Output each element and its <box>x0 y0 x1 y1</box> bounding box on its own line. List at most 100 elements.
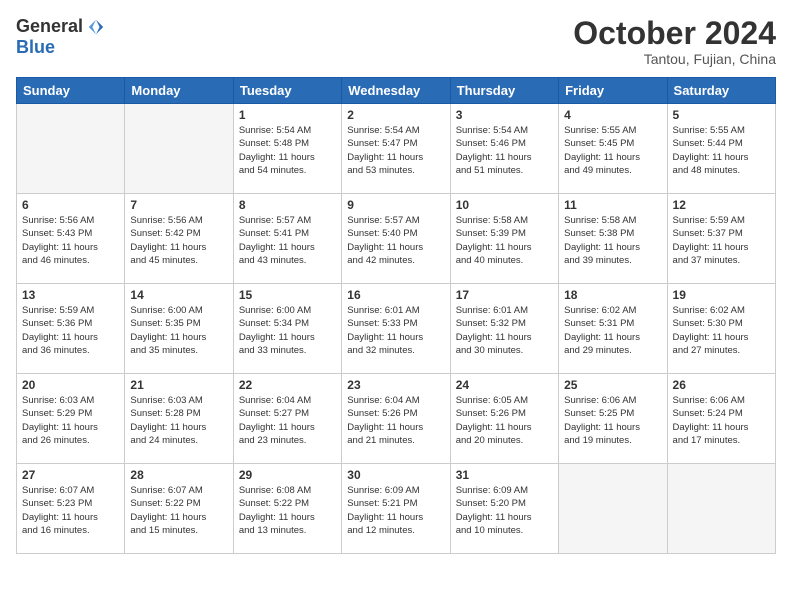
month-title: October 2024 <box>573 16 776 51</box>
calendar-cell: 26Sunrise: 6:06 AM Sunset: 5:24 PM Dayli… <box>667 374 775 464</box>
day-info: Sunrise: 5:56 AM Sunset: 5:42 PM Dayligh… <box>130 214 227 267</box>
day-info: Sunrise: 6:07 AM Sunset: 5:22 PM Dayligh… <box>130 484 227 537</box>
day-info: Sunrise: 6:00 AM Sunset: 5:35 PM Dayligh… <box>130 304 227 357</box>
calendar-cell: 30 Sunrise: 6:09 AM Sunset: 5:21 PM Dayli… <box>342 464 450 554</box>
day-number: 10 <box>456 198 553 212</box>
day-number: 18 <box>564 288 661 302</box>
calendar-cell: 14 Sunrise: 6:00 AM Sunset: 5:35 PM Dayli… <box>125 284 233 374</box>
calendar-cell: 24Sunrise: 6:05 AM Sunset: 5:26 PM Dayli… <box>450 374 558 464</box>
day-info: Sunrise: 6:09 AM Sunset: 5:21 PM Dayligh… <box>347 484 444 537</box>
calendar-cell: 12 Sunrise: 5:59 AM Sunset: 5:37 PM Dayli… <box>667 194 775 284</box>
day-info: Sunrise: 5:54 AM Sunset: 5:47 PM Dayligh… <box>347 124 444 177</box>
day-info: Sunrise: 6:08 AM Sunset: 5:22 PM Dayligh… <box>239 484 336 537</box>
calendar-cell: 1 Sunrise: 5:54 AM Sunset: 5:48 PM Daylig… <box>233 104 341 194</box>
logo-blue-text: Blue <box>16 37 55 58</box>
day-number: 2 <box>347 108 444 122</box>
day-info: Sunrise: 5:58 AM Sunset: 5:38 PM Dayligh… <box>564 214 661 267</box>
day-info: Sunrise: 6:07 AM Sunset: 5:23 PM Dayligh… <box>22 484 119 537</box>
day-info: Sunrise: 6:03 AM Sunset: 5:29 PM Dayligh… <box>22 394 119 447</box>
calendar-cell: 7 Sunrise: 5:56 AM Sunset: 5:42 PM Daylig… <box>125 194 233 284</box>
day-number: 31 <box>456 468 553 482</box>
calendar-cell: 20 Sunrise: 6:03 AM Sunset: 5:29 PM Dayli… <box>17 374 125 464</box>
day-number: 22 <box>239 378 336 392</box>
day-info: Sunrise: 5:54 AM Sunset: 5:46 PM Dayligh… <box>456 124 553 177</box>
day-info: Sunrise: 6:06 AM Sunset: 5:25 PM Dayligh… <box>564 394 661 447</box>
day-info: Sunrise: 5:54 AM Sunset: 5:48 PM Dayligh… <box>239 124 336 177</box>
calendar-cell: 29 Sunrise: 6:08 AM Sunset: 5:22 PM Dayli… <box>233 464 341 554</box>
calendar-cell: 6Sunrise: 5:56 AM Sunset: 5:43 PM Daylig… <box>17 194 125 284</box>
calendar-cell: 13 Sunrise: 5:59 AM Sunset: 5:36 PM Dayli… <box>17 284 125 374</box>
title-block: October 2024 Tantou, Fujian, China <box>573 16 776 67</box>
day-number: 6 <box>22 198 119 212</box>
calendar-cell: 22 Sunrise: 6:04 AM Sunset: 5:27 PM Dayli… <box>233 374 341 464</box>
calendar-cell: 8Sunrise: 5:57 AM Sunset: 5:41 PM Daylig… <box>233 194 341 284</box>
day-info: Sunrise: 5:55 AM Sunset: 5:44 PM Dayligh… <box>673 124 770 177</box>
day-info: Sunrise: 6:04 AM Sunset: 5:27 PM Dayligh… <box>239 394 336 447</box>
day-number: 5 <box>673 108 770 122</box>
day-info: Sunrise: 6:02 AM Sunset: 5:30 PM Dayligh… <box>673 304 770 357</box>
calendar-cell: 3 Sunrise: 5:54 AM Sunset: 5:46 PM Daylig… <box>450 104 558 194</box>
col-header-friday: Friday <box>559 78 667 104</box>
day-number: 4 <box>564 108 661 122</box>
col-header-wednesday: Wednesday <box>342 78 450 104</box>
day-number: 28 <box>130 468 227 482</box>
day-number: 11 <box>564 198 661 212</box>
calendar-cell <box>17 104 125 194</box>
logo-icon <box>87 18 105 36</box>
calendar-cell <box>125 104 233 194</box>
calendar-cell: 5 Sunrise: 5:55 AM Sunset: 5:44 PM Daylig… <box>667 104 775 194</box>
calendar-cell: 28 Sunrise: 6:07 AM Sunset: 5:22 PM Dayli… <box>125 464 233 554</box>
calendar-cell: 25 Sunrise: 6:06 AM Sunset: 5:25 PM Dayli… <box>559 374 667 464</box>
calendar-table: SundayMondayTuesdayWednesdayThursdayFrid… <box>16 77 776 554</box>
day-info: Sunrise: 5:55 AM Sunset: 5:45 PM Dayligh… <box>564 124 661 177</box>
calendar-week-1: 1 Sunrise: 5:54 AM Sunset: 5:48 PM Daylig… <box>17 104 776 194</box>
calendar-week-4: 20 Sunrise: 6:03 AM Sunset: 5:29 PM Dayli… <box>17 374 776 464</box>
day-number: 12 <box>673 198 770 212</box>
calendar-week-3: 13 Sunrise: 5:59 AM Sunset: 5:36 PM Dayli… <box>17 284 776 374</box>
calendar-cell: 2 Sunrise: 5:54 AM Sunset: 5:47 PM Daylig… <box>342 104 450 194</box>
day-info: Sunrise: 5:57 AM Sunset: 5:41 PM Dayligh… <box>239 214 336 267</box>
day-number: 25 <box>564 378 661 392</box>
calendar-cell: 27Sunrise: 6:07 AM Sunset: 5:23 PM Dayli… <box>17 464 125 554</box>
day-number: 20 <box>22 378 119 392</box>
calendar-week-2: 6Sunrise: 5:56 AM Sunset: 5:43 PM Daylig… <box>17 194 776 284</box>
day-number: 26 <box>673 378 770 392</box>
calendar-cell: 16Sunrise: 6:01 AM Sunset: 5:33 PM Dayli… <box>342 284 450 374</box>
calendar-cell: 4 Sunrise: 5:55 AM Sunset: 5:45 PM Daylig… <box>559 104 667 194</box>
calendar-cell <box>667 464 775 554</box>
calendar-cell <box>559 464 667 554</box>
day-info: Sunrise: 6:04 AM Sunset: 5:26 PM Dayligh… <box>347 394 444 447</box>
day-number: 3 <box>456 108 553 122</box>
calendar-cell: 18Sunrise: 6:02 AM Sunset: 5:31 PM Dayli… <box>559 284 667 374</box>
day-info: Sunrise: 6:03 AM Sunset: 5:28 PM Dayligh… <box>130 394 227 447</box>
day-info: Sunrise: 6:00 AM Sunset: 5:34 PM Dayligh… <box>239 304 336 357</box>
day-info: Sunrise: 5:57 AM Sunset: 5:40 PM Dayligh… <box>347 214 444 267</box>
day-number: 29 <box>239 468 336 482</box>
day-number: 30 <box>347 468 444 482</box>
calendar-cell: 11 Sunrise: 5:58 AM Sunset: 5:38 PM Dayli… <box>559 194 667 284</box>
calendar-cell: 23 Sunrise: 6:04 AM Sunset: 5:26 PM Dayli… <box>342 374 450 464</box>
day-info: Sunrise: 5:59 AM Sunset: 5:36 PM Dayligh… <box>22 304 119 357</box>
day-number: 7 <box>130 198 227 212</box>
logo-general-text: General <box>16 16 83 37</box>
header: General Blue October 2024 Tantou, Fujian… <box>16 16 776 67</box>
day-number: 17 <box>456 288 553 302</box>
day-number: 16 <box>347 288 444 302</box>
day-number: 13 <box>22 288 119 302</box>
day-info: Sunrise: 6:01 AM Sunset: 5:32 PM Dayligh… <box>456 304 553 357</box>
day-info: Sunrise: 5:59 AM Sunset: 5:37 PM Dayligh… <box>673 214 770 267</box>
calendar-cell: 9 Sunrise: 5:57 AM Sunset: 5:40 PM Daylig… <box>342 194 450 284</box>
location: Tantou, Fujian, China <box>573 51 776 67</box>
day-number: 1 <box>239 108 336 122</box>
day-number: 21 <box>130 378 227 392</box>
day-info: Sunrise: 6:09 AM Sunset: 5:20 PM Dayligh… <box>456 484 553 537</box>
day-number: 24 <box>456 378 553 392</box>
day-number: 23 <box>347 378 444 392</box>
day-number: 9 <box>347 198 444 212</box>
logo: General Blue <box>16 16 105 58</box>
col-header-tuesday: Tuesday <box>233 78 341 104</box>
day-number: 14 <box>130 288 227 302</box>
day-number: 19 <box>673 288 770 302</box>
page: General Blue October 2024 Tantou, Fujian… <box>0 0 792 612</box>
col-header-sunday: Sunday <box>17 78 125 104</box>
